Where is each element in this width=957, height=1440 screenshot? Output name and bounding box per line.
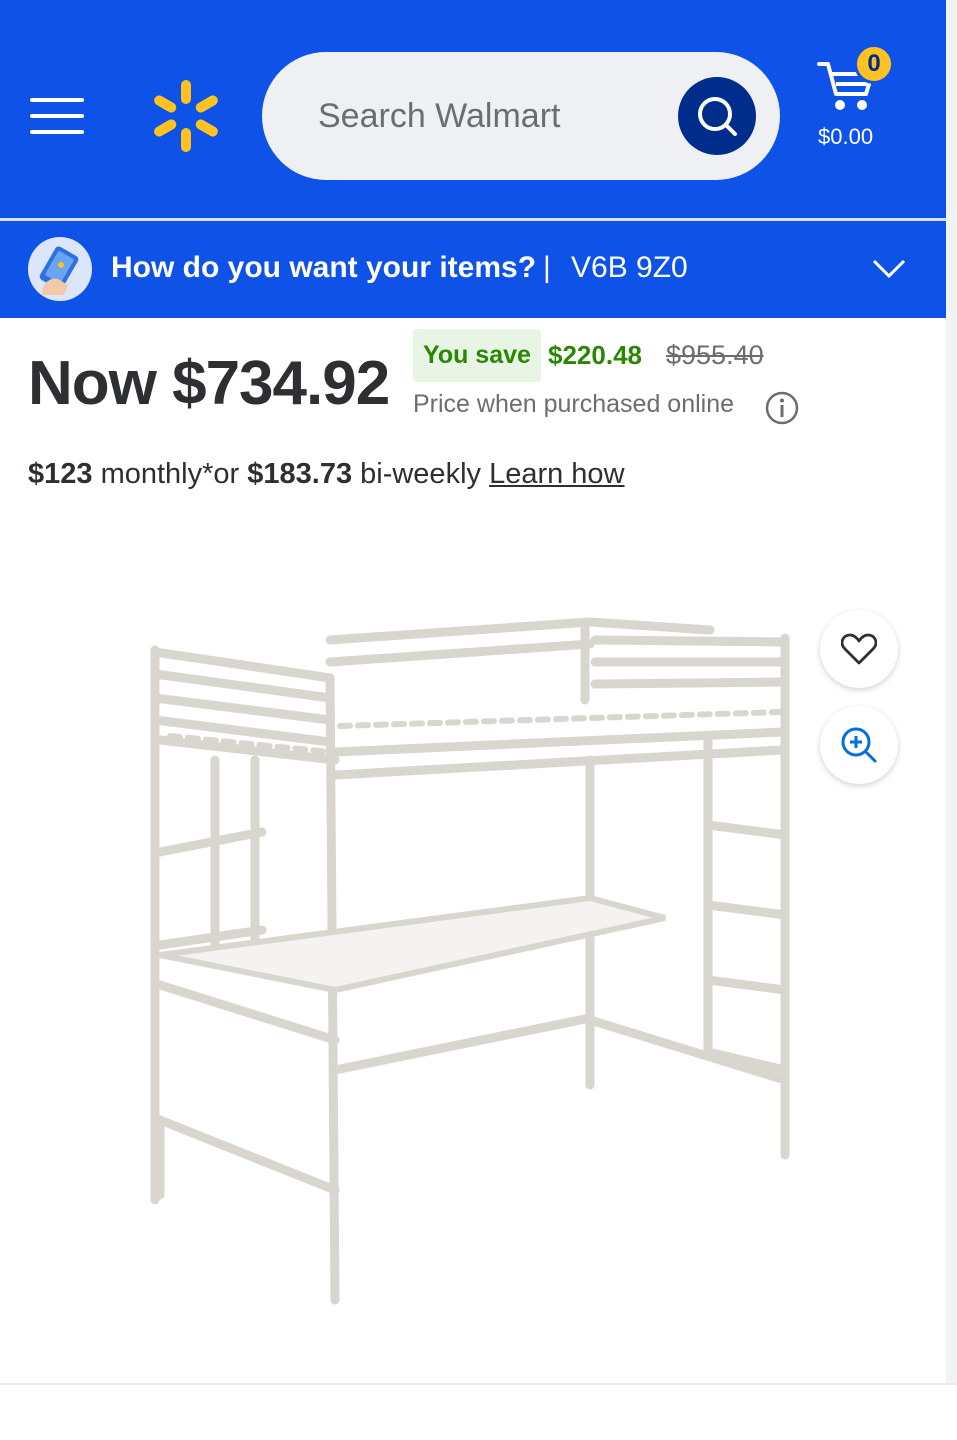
menu-button[interactable] xyxy=(30,94,86,138)
price-note: Price when purchased online xyxy=(413,390,735,418)
current-price: Now $734.92 xyxy=(28,349,390,418)
chevron-down-icon xyxy=(872,259,906,279)
walmart-spark-icon[interactable] xyxy=(150,78,222,154)
search-input[interactable] xyxy=(318,88,718,144)
delivery-phone-icon xyxy=(28,237,92,301)
delivery-separator: | xyxy=(543,251,551,284)
search-icon xyxy=(698,97,737,136)
cart-total: $0.00 xyxy=(818,124,874,149)
cart-button[interactable]: 0 $0.00 xyxy=(810,44,900,156)
was-price: $955.40 xyxy=(666,340,764,370)
cart-count-badge: 0 xyxy=(854,44,894,84)
product-image[interactable] xyxy=(130,600,810,1320)
menu-icon xyxy=(30,98,84,102)
delivery-postal-code: V6B 9Z0 xyxy=(571,251,688,284)
learn-how-link[interactable]: Learn how xyxy=(489,458,624,490)
financing-info: $123 monthly*or $183.73 bi-weekly Learn … xyxy=(28,458,625,491)
biweekly-text: bi-weekly xyxy=(352,458,490,490)
monthly-text: monthly*or xyxy=(92,458,248,490)
favorite-button[interactable] xyxy=(820,610,898,688)
section-divider xyxy=(0,1383,957,1385)
zoom-button[interactable] xyxy=(820,706,898,784)
info-icon[interactable] xyxy=(764,390,800,426)
you-save-badge: You save xyxy=(413,329,541,382)
menu-icon-bar xyxy=(30,130,84,134)
biweekly-amount: $183.73 xyxy=(247,458,353,490)
search-bar xyxy=(262,52,780,180)
top-header: 0 $0.00 xyxy=(0,0,946,218)
heart-icon xyxy=(841,633,877,665)
delivery-selector[interactable]: How do you want your items? | V6B 9Z0 xyxy=(0,221,946,318)
scrollbar-track xyxy=(946,0,957,1384)
delivery-question: How do you want your items? xyxy=(111,251,537,284)
menu-icon-bar xyxy=(30,114,84,118)
zoom-in-icon xyxy=(841,727,877,763)
save-amount: $220.48 xyxy=(548,340,642,370)
search-button[interactable] xyxy=(678,77,756,155)
monthly-amount: $123 xyxy=(28,458,93,490)
